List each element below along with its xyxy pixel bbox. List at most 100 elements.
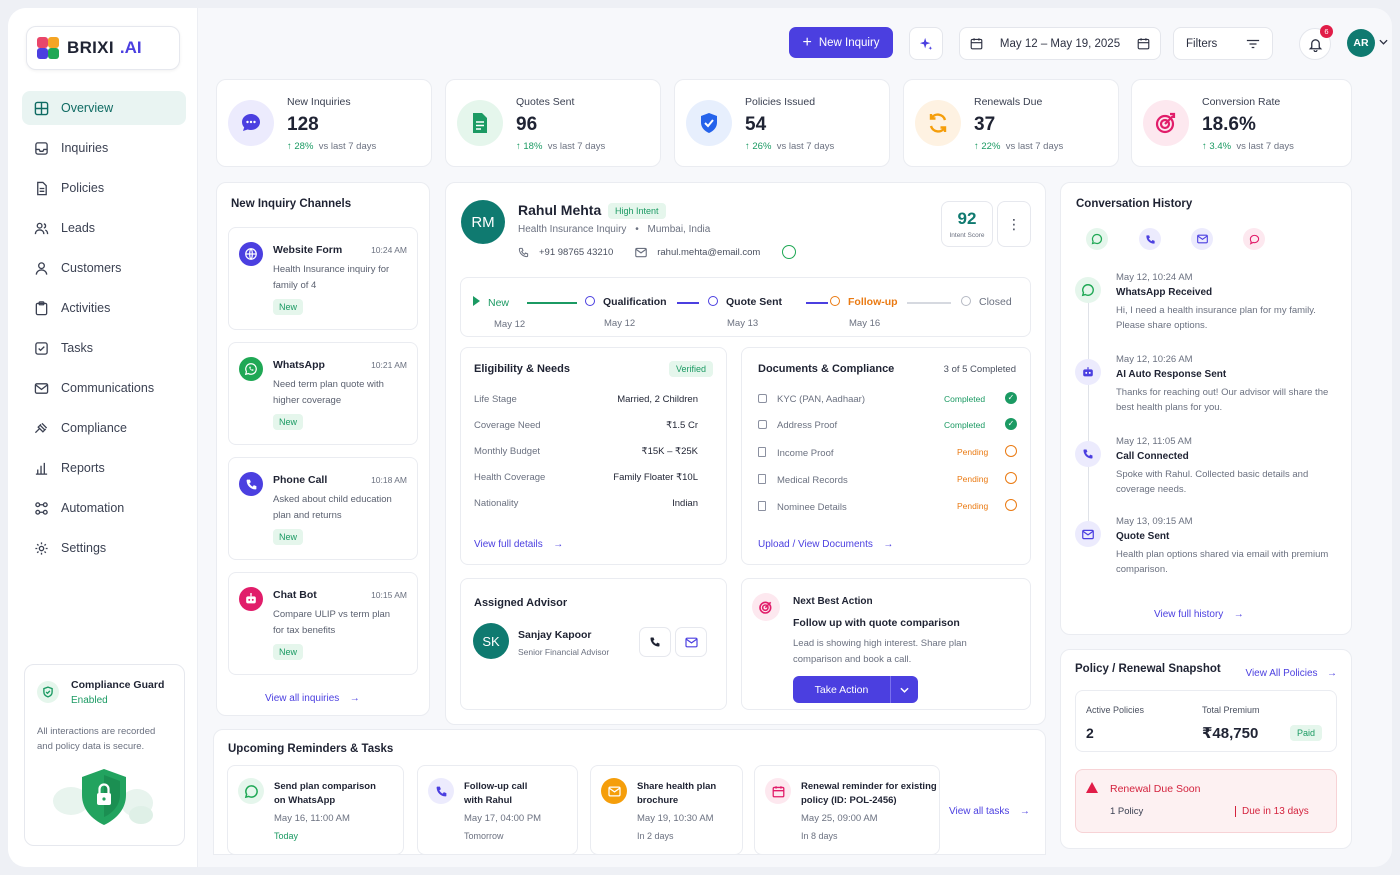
sidebar-item-label: Settings: [61, 541, 107, 555]
history-description: Hi, I need a health insurance plan for m…: [1116, 305, 1316, 331]
history-time: May 12, 10:24 AM: [1116, 272, 1193, 283]
channel-card-phone-call[interactable]: Phone Call 10:18 AM Asked about child ed…: [228, 457, 418, 560]
reminder-card[interactable]: Renewal reminder for existing policy (ID:…: [754, 765, 940, 855]
view-full-history-link[interactable]: View full history →: [1154, 604, 1244, 622]
reminder-date: May 17, 04:00 PM: [464, 813, 542, 824]
document-row[interactable]: KYC (PAN, Aadhaar): [758, 394, 865, 405]
sidebar-item-leads[interactable]: Leads: [22, 211, 186, 245]
sidebar-item-tasks[interactable]: Tasks: [22, 331, 186, 365]
stage-quote-sent[interactable]: Quote Sent May 13: [708, 296, 782, 329]
ai-sparkle-button[interactable]: [909, 27, 943, 60]
sidebar-item-overview[interactable]: Overview: [22, 91, 186, 125]
link-label: Upload / View Documents: [758, 539, 873, 550]
sidebar-item-label: Reports: [61, 461, 105, 475]
inbox-icon: [33, 140, 49, 156]
arrow-right-icon: →: [1327, 668, 1337, 679]
kpi-icon-circle: [1143, 100, 1189, 146]
chat-bubble-icon: [242, 114, 260, 131]
document-status: Completed: [944, 420, 986, 430]
lead-email[interactable]: rahul.mehta@email.com: [657, 247, 760, 258]
sidebar-item-policies[interactable]: Policies: [22, 171, 186, 205]
stage-date: May 13: [727, 318, 759, 329]
kpi-card-new-inquiries[interactable]: New Inquiries 128 ↑ 28% vs last 7 days: [216, 79, 432, 167]
document-row[interactable]: Nominee Details: [758, 501, 847, 513]
gear-icon: [33, 540, 49, 556]
sidebar-item-reports[interactable]: Reports: [22, 451, 186, 485]
document-row[interactable]: Medical Records: [758, 474, 848, 486]
view-full-details-link[interactable]: View full details →: [474, 534, 563, 552]
sidebar-item-automation[interactable]: Automation: [22, 491, 186, 525]
guard-title: Compliance Guard: [71, 679, 165, 691]
channel-card-website-form[interactable]: Website Form 10:24 AM Health Insurance i…: [228, 227, 418, 330]
lead-phone[interactable]: +91 98765 43210: [539, 247, 613, 258]
whatsapp-icon[interactable]: [782, 245, 797, 259]
calendar-icon: [765, 778, 791, 804]
kpi-label: Renewals Due: [974, 96, 1043, 108]
history-item[interactable]: May 12, 10:26 AM AI Auto Response Sent T…: [1116, 354, 1336, 415]
date-range-picker[interactable]: May 12 – May 19, 2025: [959, 27, 1161, 60]
email-advisor-button[interactable]: [675, 627, 707, 657]
stage-new[interactable]: New May 12: [473, 296, 525, 330]
kpi-icon-circle: [457, 100, 503, 146]
intent-score-label: Intent Score: [949, 232, 985, 239]
history-item[interactable]: May 12, 10:24 AM WhatsApp Received Hi, I…: [1116, 272, 1336, 333]
channel-card-whatsapp[interactable]: WhatsApp 10:21 AM Need term plan quote w…: [228, 342, 418, 445]
channel-card-chat-bot[interactable]: Chat Bot 10:15 AM Compare ULIP vs term p…: [228, 572, 418, 675]
stage-date: May 16: [849, 318, 881, 329]
clipboard-icon: [33, 300, 49, 316]
notifications-button[interactable]: 6: [1299, 25, 1333, 60]
upload-documents-link[interactable]: Upload / View Documents →: [758, 534, 893, 552]
mail-filter-icon[interactable]: [1191, 228, 1213, 250]
pipeline-stages: New May 12 Qualification May 12 Quote Se…: [460, 277, 1031, 337]
new-inquiry-button[interactable]: + New Inquiry: [789, 27, 893, 58]
nba-description: Lead is showing high interest. Share pla…: [793, 638, 967, 665]
brand-logo[interactable]: BRIXI .AI: [26, 26, 180, 70]
view-all-tasks-link[interactable]: View all tasks →: [949, 801, 1030, 819]
kpi-card-renewals-due[interactable]: Renewals Due 37 ↑ 22% vs last 7 days: [903, 79, 1119, 167]
stage-follow-up[interactable]: Follow-up May 16: [830, 296, 898, 329]
kpi-compare: vs last 7 days: [1005, 141, 1064, 152]
sidebar-item-communications[interactable]: Communications: [22, 371, 186, 405]
bot-icon: [239, 587, 263, 611]
view-all-policies-link[interactable]: View All Policies →: [1245, 663, 1337, 681]
link-label: View full history: [1154, 609, 1224, 620]
more-options-button[interactable]: ⋮: [997, 201, 1031, 247]
filters-label: Filters: [1186, 37, 1218, 50]
renewal-alert[interactable]: Renewal Due Soon 1 Policy Due in 13 days: [1075, 769, 1337, 833]
reminder-card[interactable]: Send plan comparison on WhatsApp May 16, …: [227, 765, 404, 855]
sidebar-item-inquiries[interactable]: Inquiries: [22, 131, 186, 165]
gavel-icon: [33, 420, 49, 436]
whatsapp-filter-icon[interactable]: [1086, 228, 1108, 250]
whatsapp-icon: [239, 357, 263, 381]
sidebar-item-customers[interactable]: Customers: [22, 251, 186, 285]
advisor-role: Senior Financial Advisor: [518, 647, 610, 657]
chat-filter-icon[interactable]: [1243, 228, 1265, 250]
phone-filter-icon[interactable]: [1139, 228, 1161, 250]
stage-date: May 12: [604, 318, 636, 329]
document-row[interactable]: Address Proof: [758, 420, 837, 431]
sidebar-item-compliance[interactable]: Compliance: [22, 411, 186, 445]
main-content: + New Inquiry May 12 – May 19, 2025 Filt…: [213, 8, 1392, 867]
stage-qualification[interactable]: Qualification May 12: [585, 296, 667, 329]
calendar-icon: [970, 38, 983, 50]
take-action-button[interactable]: Take Action: [793, 676, 918, 703]
view-all-inquiries-link[interactable]: View all inquiries →: [265, 688, 360, 706]
history-item[interactable]: May 13, 09:15 AM Quote Sent Health plan …: [1116, 516, 1336, 577]
sidebar-item-label: Automation: [61, 501, 125, 515]
reminder-card[interactable]: Follow-up call with Rahul May 17, 04:00 P…: [417, 765, 578, 855]
kpi-card-quotes-sent[interactable]: Quotes Sent 96 ↑ 18% vs last 7 days: [445, 79, 661, 167]
user-icon: [33, 260, 49, 276]
history-item[interactable]: May 12, 11:05 AM Call Connected Spoke wi…: [1116, 436, 1336, 497]
call-advisor-button[interactable]: [639, 627, 671, 657]
sidebar-item-activities[interactable]: Activities: [22, 291, 186, 325]
stage-closed[interactable]: Closed: [961, 296, 1012, 308]
document-row[interactable]: Income Proof: [758, 447, 834, 459]
chevron-down-icon[interactable]: [1379, 39, 1388, 45]
kpi-card-conversion-rate[interactable]: Conversion Rate 18.6% ↑ 3.4% vs last 7 d…: [1131, 79, 1352, 167]
kpi-card-policies-issued[interactable]: Policies Issued 54 ↑ 26% vs last 7 days: [674, 79, 890, 167]
user-avatar[interactable]: AR: [1347, 29, 1375, 57]
sidebar-item-settings[interactable]: Settings: [22, 531, 186, 565]
reminder-card[interactable]: Share health plan brochure May 19, 10:30 …: [590, 765, 743, 855]
chevron-down-icon[interactable]: [890, 676, 918, 703]
filters-button[interactable]: Filters: [1173, 27, 1273, 60]
